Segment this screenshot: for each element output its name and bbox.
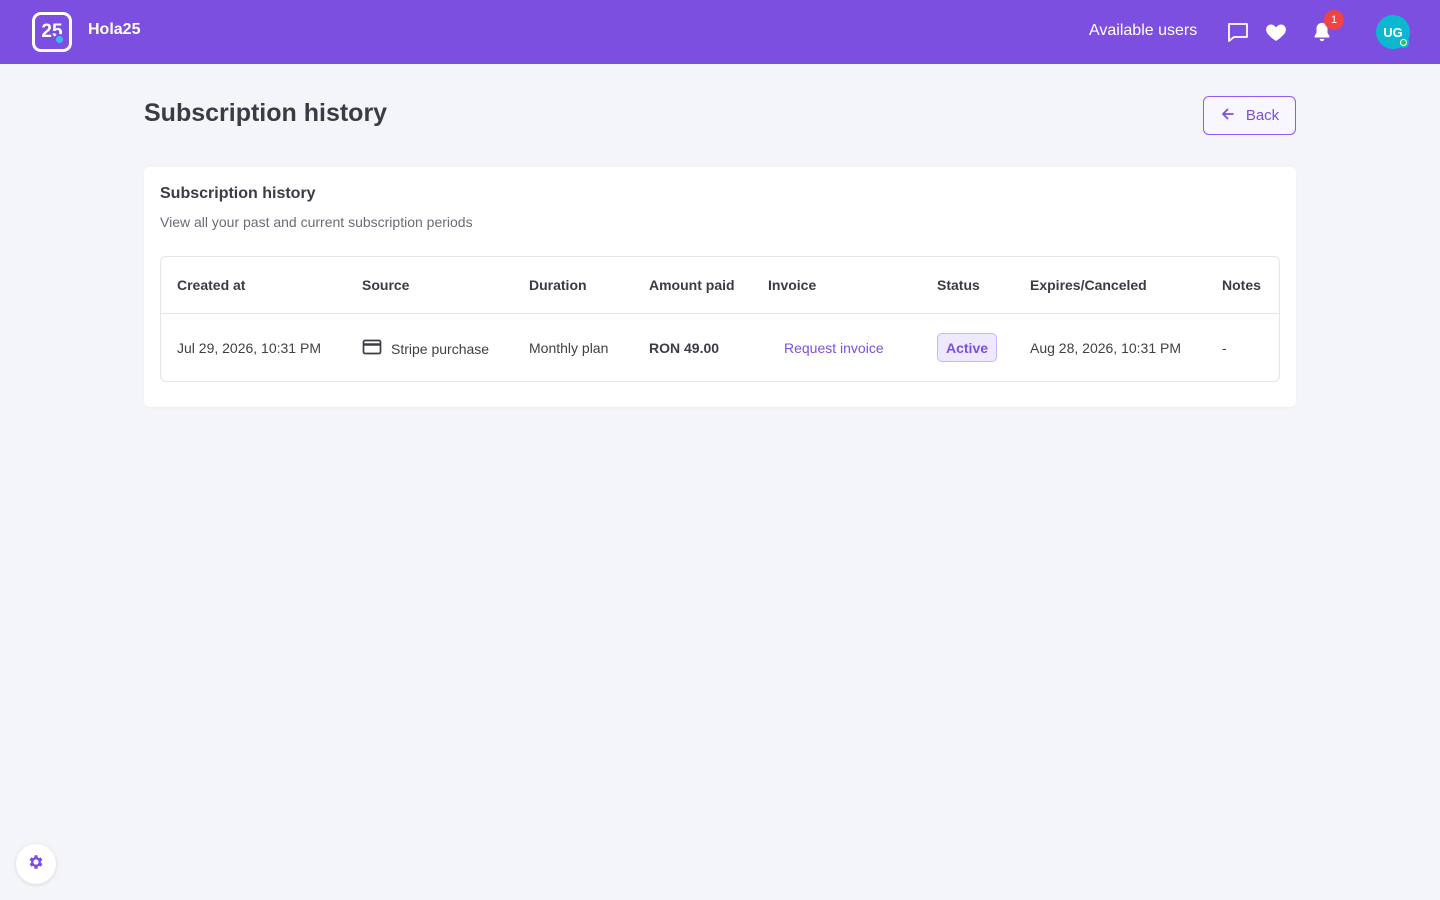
arrow-left-icon — [1220, 106, 1236, 126]
subscription-history-card: Subscription history View all your past … — [144, 167, 1296, 407]
heart-icon[interactable] — [1264, 20, 1288, 44]
chat-icon[interactable] — [1226, 20, 1250, 44]
duration-cell: Monthly plan — [529, 340, 609, 356]
back-button-label: Back — [1245, 107, 1280, 124]
notification-count-badge: 1 — [1324, 10, 1344, 30]
page-title: Subscription history — [144, 99, 388, 127]
column-header-amount-paid: Amount paid — [649, 277, 735, 293]
status-badge: Active — [937, 333, 998, 362]
settings-button[interactable] — [16, 844, 56, 884]
column-header-created-at: Created at — [177, 277, 246, 293]
brand-name[interactable]: Hola25 — [88, 21, 140, 39]
credit-card-icon — [362, 338, 382, 359]
app-logo[interactable]: 25 — [32, 12, 72, 52]
column-header-duration: Duration — [529, 277, 587, 293]
gear-icon — [27, 853, 45, 876]
source-cell: Stripe purchase — [362, 338, 489, 359]
back-button[interactable]: Back — [1203, 96, 1296, 135]
card-title: Subscription history — [160, 185, 316, 202]
logo-dot — [54, 34, 65, 45]
column-header-notes: Notes — [1222, 277, 1261, 293]
table-row: Jul 29, 2026, 10:31 PM Stripe purchase M… — [161, 314, 1279, 381]
request-invoice-link[interactable]: Request invoice — [784, 340, 884, 356]
table-header: Created at Source Duration Amount paid I… — [161, 257, 1279, 314]
column-header-expires-canceled: Expires/Canceled — [1030, 277, 1147, 293]
top-navigation-bar: 25 Hola25 Available users 1 UG — [0, 0, 1440, 64]
online-status-indicator — [1398, 37, 1409, 48]
column-header-invoice: Invoice — [768, 277, 817, 293]
expires-cell: Aug 28, 2026, 10:31 PM — [1030, 340, 1181, 356]
column-header-status: Status — [937, 277, 980, 293]
available-users-link[interactable]: Available users — [1089, 22, 1197, 40]
source-label: Stripe purchase — [391, 340, 490, 357]
notes-cell: - — [1222, 340, 1227, 356]
column-header-source: Source — [362, 277, 410, 293]
card-subtitle: View all your past and current subscript… — [160, 214, 473, 230]
created-at-cell: Jul 29, 2026, 10:31 PM — [177, 340, 321, 356]
subscription-table: Created at Source Duration Amount paid I… — [160, 256, 1280, 382]
amount-paid-cell: RON 49.00 — [649, 340, 720, 356]
